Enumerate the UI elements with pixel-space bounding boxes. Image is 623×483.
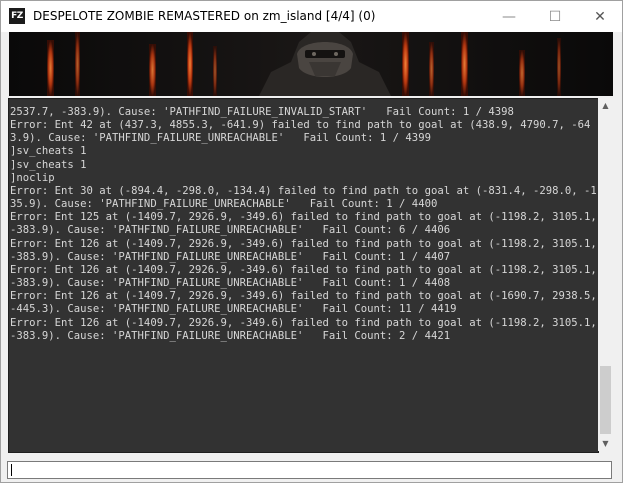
close-icon: ✕ xyxy=(594,8,606,25)
console-log: 2537.7, -383.9). Cause: 'PATHFIND_FAILUR… xyxy=(9,99,598,343)
console-line: Error: Ent 42 at (437.3, 4855.3, -641.9)… xyxy=(10,119,591,145)
chevron-up-icon: ▲ xyxy=(602,101,609,110)
minimize-icon: — xyxy=(502,8,516,25)
maximize-button[interactable]: ☐ xyxy=(532,1,578,32)
maximize-icon: ☐ xyxy=(548,8,562,25)
console-line: ]sv_cheats 1 xyxy=(10,145,87,158)
scrollbar-thumb[interactable] xyxy=(600,366,611,434)
close-button[interactable]: ✕ xyxy=(577,1,623,32)
chevron-down-icon: ▼ xyxy=(602,439,609,448)
console-line: Error: Ent 125 at (-1409.7, 2926.9, -349… xyxy=(10,211,597,237)
console-line: Error: Ent 126 at (-1409.7, 2926.9, -349… xyxy=(10,290,597,316)
console-window: FZ DESPELOTE ZOMBIE REMASTERED on zm_isl… xyxy=(0,0,623,483)
console-line: 2537.7, -383.9). Cause: 'PATHFIND_FAILUR… xyxy=(10,106,514,118)
console-line: Error: Ent 30 at (-894.4, -298.0, -134.4… xyxy=(10,184,597,211)
text-caret xyxy=(11,464,12,476)
app-logo-icon: FZ xyxy=(9,8,25,24)
console-line: Error: Ent 126 at (-1409.7, 2926.9, -349… xyxy=(10,316,597,342)
game-banner-image xyxy=(9,32,613,96)
console-scrollbar[interactable]: ▲ ▼ xyxy=(598,98,613,451)
command-input[interactable] xyxy=(7,461,612,479)
console-line: Error: Ent 126 at (-1409.7, 2926.9, -349… xyxy=(10,237,597,263)
scroll-up-button[interactable]: ▲ xyxy=(598,98,613,113)
scroll-down-button[interactable]: ▼ xyxy=(598,436,613,451)
console-line: ]sv_cheats 1 xyxy=(10,158,87,171)
soldier-banner-graphic xyxy=(9,32,613,96)
console-line: Error: Ent 126 at (-1409.7, 2926.9, -349… xyxy=(10,263,597,290)
console-line: ]noclip xyxy=(10,171,55,184)
title-bar[interactable]: FZ DESPELOTE ZOMBIE REMASTERED on zm_isl… xyxy=(1,1,622,32)
window-title: DESPELOTE ZOMBIE REMASTERED on zm_island… xyxy=(33,9,376,23)
console-output[interactable]: 2537.7, -383.9). Cause: 'PATHFIND_FAILUR… xyxy=(8,98,599,453)
minimize-button[interactable]: — xyxy=(486,1,532,32)
